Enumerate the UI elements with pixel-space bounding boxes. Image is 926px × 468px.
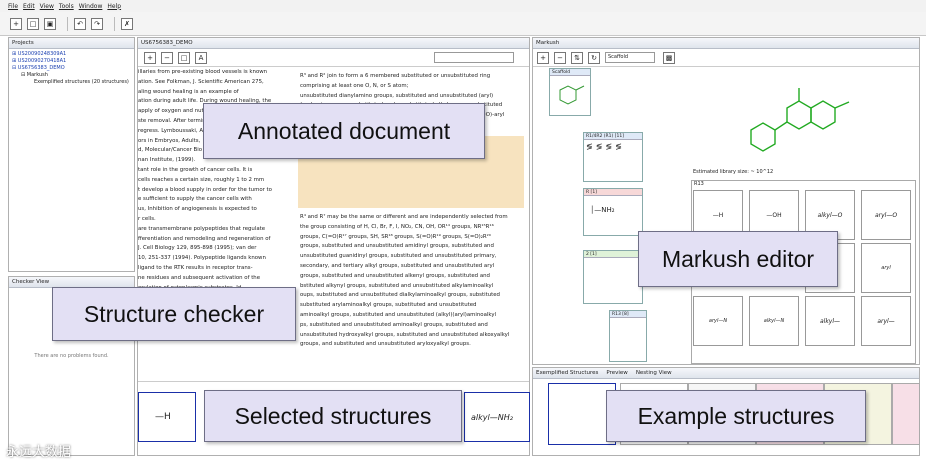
rotate-icon[interactable]: ↻ bbox=[588, 51, 600, 64]
projects-title: Projects bbox=[9, 38, 134, 49]
markush-node-3[interactable]: 2 [1] bbox=[583, 250, 643, 304]
r-group-cell[interactable]: aryl bbox=[861, 243, 911, 293]
callout-example-structures: Example structures bbox=[606, 390, 866, 442]
r-group-cell[interactable]: aryl—N bbox=[693, 296, 743, 346]
scaffold-node[interactable]: Scaffold bbox=[549, 68, 591, 116]
document-tab[interactable]: US6756383_DEMO bbox=[138, 38, 529, 49]
sort-icon[interactable]: ⇅ bbox=[571, 51, 583, 64]
document-toolbar: + − □ A bbox=[138, 49, 529, 67]
tab-nesting-view[interactable]: Nesting View bbox=[636, 368, 672, 378]
document-left-column: illaries from pre-existing blood vessels… bbox=[138, 69, 272, 291]
markush-toolbar: + − ⇅ ↻ Scaffold ▩ bbox=[533, 49, 919, 67]
zoom-out-icon[interactable]: − bbox=[554, 51, 566, 64]
zoom-out-icon[interactable]: − bbox=[161, 51, 173, 64]
main-toolbar: + □ ▣ ↶ ↷ ✗ bbox=[0, 12, 926, 36]
scaffold-structure-icon bbox=[559, 85, 585, 105]
callout-structure-checker: Structure checker bbox=[52, 287, 296, 341]
project-tree: ⊞ US20090248309A1 ⊞ US20090270418A1 ⊟ US… bbox=[9, 49, 134, 88]
example-structure-6[interactable] bbox=[892, 383, 920, 445]
menu-file[interactable]: File bbox=[8, 3, 18, 10]
library-size: Estimated library size: ~ 10^12 bbox=[693, 169, 774, 175]
watermark: 永远大数据 bbox=[6, 445, 72, 460]
zoom-in-icon[interactable]: + bbox=[537, 51, 549, 64]
selected-structure-2[interactable]: alkyl—NH₂ bbox=[464, 392, 530, 442]
markush-node-2[interactable]: R [1] │—NH₂ bbox=[583, 188, 643, 236]
markush-node-4[interactable]: R13 [8] bbox=[609, 310, 647, 362]
tab-preview[interactable]: Preview bbox=[606, 368, 627, 378]
markush-tab[interactable]: Markush bbox=[533, 38, 919, 49]
project-item-2[interactable]: ⊞ US20090270418A1 bbox=[12, 58, 131, 65]
redo-icon[interactable]: ↷ bbox=[91, 17, 103, 30]
callout-markush-editor: Markush editor bbox=[638, 231, 838, 287]
menu-bar: File Edit View Tools Window Help bbox=[0, 0, 926, 12]
document-search-input[interactable] bbox=[434, 52, 514, 63]
markush-node-1[interactable]: R1/4R2 (R1) [11] ≶≶≶≶ bbox=[583, 132, 643, 182]
r-group-cell[interactable]: alkyl— bbox=[805, 296, 855, 346]
menu-window[interactable]: Window bbox=[79, 3, 103, 10]
markush-panel: Markush + − ⇅ ↻ Scaffold ▩ Scaffold R1/4… bbox=[532, 37, 920, 365]
annotate-icon[interactable]: A bbox=[195, 51, 207, 64]
undo-icon[interactable]: ↶ bbox=[74, 17, 86, 30]
r-group-cell[interactable]: aryl—O bbox=[861, 190, 911, 240]
menu-view[interactable]: View bbox=[40, 3, 54, 10]
tab-exemplified[interactable]: Exemplified Structures bbox=[536, 368, 598, 378]
new-file-icon[interactable]: □ bbox=[27, 17, 39, 30]
markush-molecule-icon bbox=[750, 88, 850, 152]
zoom-in-icon[interactable]: + bbox=[144, 51, 156, 64]
new-project-icon[interactable]: + bbox=[10, 17, 22, 30]
menu-edit[interactable]: Edit bbox=[23, 3, 35, 10]
menu-tools[interactable]: Tools bbox=[59, 3, 74, 10]
document-divider bbox=[138, 381, 529, 382]
project-item-3[interactable]: ⊟ US6756383_DEMO bbox=[12, 65, 131, 72]
r-group-cell[interactable]: aryl— bbox=[861, 296, 911, 346]
tools-icon[interactable]: ✗ bbox=[121, 17, 133, 30]
toolbar-separator bbox=[114, 16, 115, 31]
document-right-column-b: R⁴ and R⁷ may be the same or different a… bbox=[300, 214, 510, 348]
checker-empty-text: There are no problems found. bbox=[34, 353, 109, 359]
project-item-markush[interactable]: ⊟ Markush bbox=[12, 72, 131, 79]
callout-selected-structures: Selected structures bbox=[204, 390, 462, 442]
scaffold-dropdown[interactable]: Scaffold bbox=[605, 52, 655, 63]
callout-annotated-document: Annotated document bbox=[203, 103, 485, 159]
export-icon[interactable]: ▩ bbox=[663, 51, 675, 64]
projects-panel: Projects ⊞ US20090248309A1 ⊞ US200902704… bbox=[8, 37, 135, 272]
example-tabs: Exemplified Structures Preview Nesting V… bbox=[533, 368, 919, 379]
menu-help[interactable]: Help bbox=[107, 3, 121, 10]
node1-structures: ≶≶≶≶ bbox=[586, 142, 625, 151]
selected-structure-1[interactable]: —H bbox=[138, 392, 196, 442]
node2-structure: │—NH₂ bbox=[590, 206, 615, 214]
project-item-1[interactable]: ⊞ US20090248309A1 bbox=[12, 51, 131, 58]
project-item-exemplified[interactable]: Exemplified structures (20 structures) bbox=[12, 79, 131, 86]
save-icon[interactable]: ▣ bbox=[44, 17, 56, 30]
select-icon[interactable]: □ bbox=[178, 51, 190, 64]
toolbar-separator bbox=[67, 16, 68, 31]
r-group-cell[interactable]: alkyl—N bbox=[749, 296, 799, 346]
markush-structure-view[interactable] bbox=[691, 68, 919, 168]
